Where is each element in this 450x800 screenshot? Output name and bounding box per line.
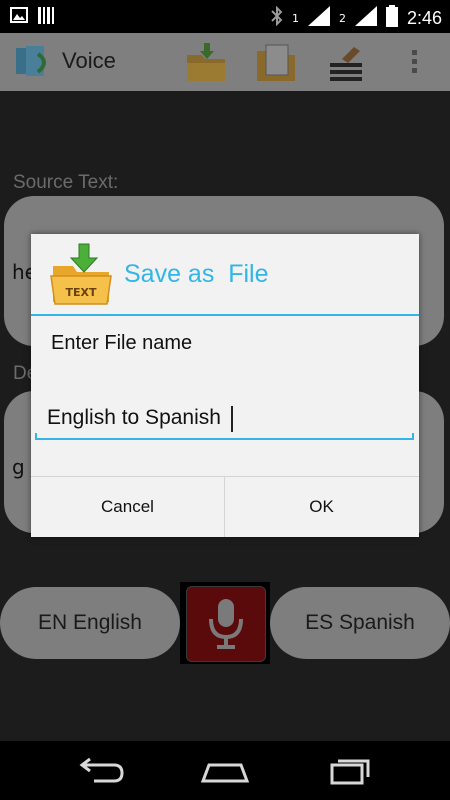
- source-text-label: Source Text:: [13, 172, 119, 193]
- app-title: Voice: [62, 48, 116, 73]
- app-logo-icon: [14, 42, 54, 82]
- signal-icon: [307, 6, 330, 30]
- input-underline: [35, 433, 414, 440]
- icon-text-label: TEXT: [65, 286, 96, 299]
- text-caret: [231, 406, 233, 432]
- home-icon[interactable]: [195, 751, 255, 791]
- recents-icon[interactable]: [320, 751, 380, 791]
- save-as-file-dialog: TEXT Save as File Enter File name Cancel…: [31, 234, 419, 537]
- file-name-input[interactable]: [35, 398, 413, 438]
- clock: 2:46: [406, 7, 442, 28]
- dialog-header: TEXT Save as File: [31, 234, 419, 314]
- source-language-button[interactable]: EN English: [0, 587, 180, 659]
- save-text-file-icon[interactable]: [184, 41, 228, 83]
- barcode-icon: [38, 7, 54, 28]
- cancel-button[interactable]: Cancel: [31, 477, 224, 537]
- destination-text-value: g: [12, 455, 25, 479]
- ok-button[interactable]: OK: [225, 477, 418, 537]
- overflow-menu-icon[interactable]: [406, 47, 422, 79]
- dialog-message: Enter File name: [51, 332, 193, 354]
- sim1-label: 1: [291, 11, 299, 25]
- action-bar: Voice: [0, 33, 450, 91]
- microphone-icon: [209, 599, 243, 649]
- dialog-title-divider: [31, 314, 419, 316]
- back-icon[interactable]: [70, 751, 130, 791]
- status-bar: 1 2 2:46: [0, 0, 450, 33]
- gallery-icon: [10, 7, 28, 28]
- navigation-bar: [0, 741, 450, 800]
- open-text-file-icon[interactable]: [254, 41, 298, 83]
- text-folder-icon: TEXT: [49, 242, 115, 308]
- dialog-title: Save as File: [124, 260, 269, 288]
- signal-icon: [354, 6, 377, 30]
- microphone-button[interactable]: [180, 582, 270, 664]
- clear-text-icon[interactable]: [324, 41, 368, 83]
- target-language-button[interactable]: ES Spanish: [270, 587, 450, 659]
- sim2-label: 2: [338, 11, 346, 25]
- bluetooth-icon: [271, 5, 283, 30]
- battery-icon: [385, 5, 398, 31]
